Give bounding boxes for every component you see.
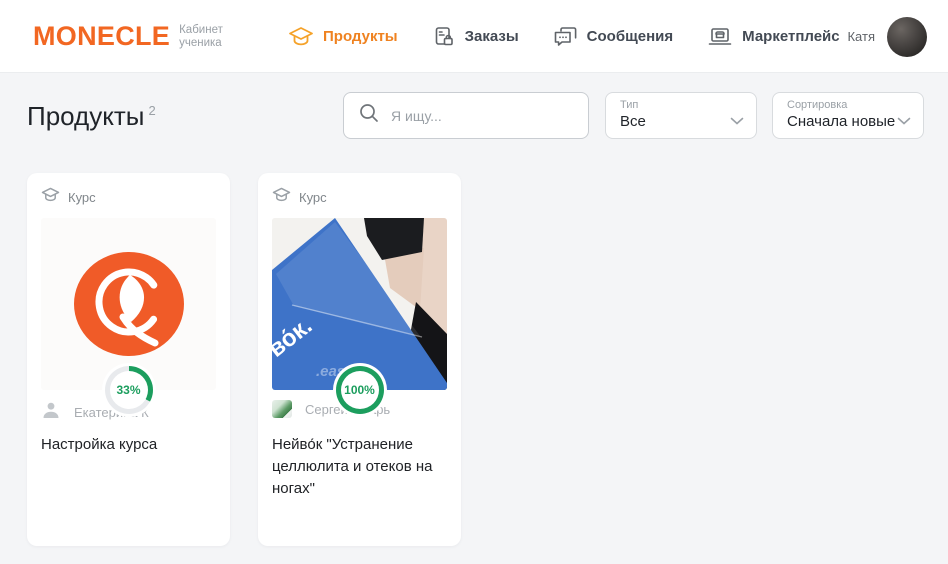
nav-label-marketplace: Маркетплейс — [742, 28, 839, 45]
nav-label-products: Продукты — [323, 28, 398, 45]
card-type-row: Курс — [272, 187, 447, 208]
sort-value: Сначала новые — [787, 113, 895, 130]
marketplace-icon — [707, 25, 733, 49]
search-input[interactable] — [391, 108, 574, 124]
type-filter-dropdown[interactable]: Тип Все — [605, 92, 757, 139]
chevron-down-icon — [897, 112, 911, 130]
messages-icon — [553, 26, 578, 48]
products-count-badge: 2 — [148, 103, 155, 118]
search-icon — [358, 102, 380, 129]
author-avatar — [272, 400, 292, 418]
graduation-cap-icon — [272, 187, 291, 208]
progress-badge: 33% — [102, 363, 156, 417]
progress-badge: 100% — [333, 363, 387, 417]
progress-value: 33% — [110, 371, 148, 409]
orders-icon — [432, 25, 456, 49]
product-card-neivok[interactable]: Курс во́к. .easydin. 100% Сергей Оларь Н… — [258, 173, 461, 546]
nav-item-messages[interactable]: Сообщения — [553, 26, 673, 48]
progress-value: 100% — [341, 371, 379, 409]
type-filter-label: Тип — [620, 99, 744, 111]
graduation-cap-icon — [41, 187, 60, 208]
card-type-row: Курс — [41, 187, 216, 208]
nav-label-messages: Сообщения — [587, 28, 673, 45]
type-filter-value: Все — [620, 113, 646, 130]
graduation-cap-icon — [288, 26, 314, 48]
user-menu[interactable]: Катя — [847, 0, 927, 73]
nav-item-products[interactable]: Продукты — [288, 26, 398, 48]
card-type-label: Курс — [299, 190, 327, 205]
leaf-logo — [73, 251, 185, 357]
top-header: MONECLE Кабинет ученика Продукты — [0, 0, 948, 73]
user-avatar[interactable] — [887, 17, 927, 57]
card-type-label: Курс — [68, 190, 96, 205]
brand[interactable]: MONECLE Кабинет ученика — [33, 21, 223, 52]
product-card-nastroyka-kursa[interactable]: Курс 33% Екатерина К Настройка курса — [27, 173, 230, 546]
brand-subtitle: Кабинет ученика — [179, 24, 223, 50]
course-title: Настройка курса — [41, 434, 216, 456]
sort-dropdown[interactable]: Сортировка Сначала новые — [772, 92, 924, 139]
nav-item-orders[interactable]: Заказы — [432, 25, 519, 49]
sort-label: Сортировка — [787, 99, 911, 111]
page-title: Продукты2 — [27, 101, 156, 132]
user-name: Катя — [847, 29, 875, 44]
person-icon — [41, 400, 61, 425]
main-nav: Продукты Заказы — [288, 0, 840, 73]
nav-label-orders: Заказы — [465, 28, 519, 45]
search-box — [343, 92, 589, 139]
course-title: Нейво́к "Устранение целлюлита и отеков н… — [272, 434, 447, 500]
nav-item-marketplace[interactable]: Маркетплейс — [707, 25, 839, 49]
brand-logo: MONECLE — [33, 21, 170, 52]
chevron-down-icon — [730, 112, 744, 130]
